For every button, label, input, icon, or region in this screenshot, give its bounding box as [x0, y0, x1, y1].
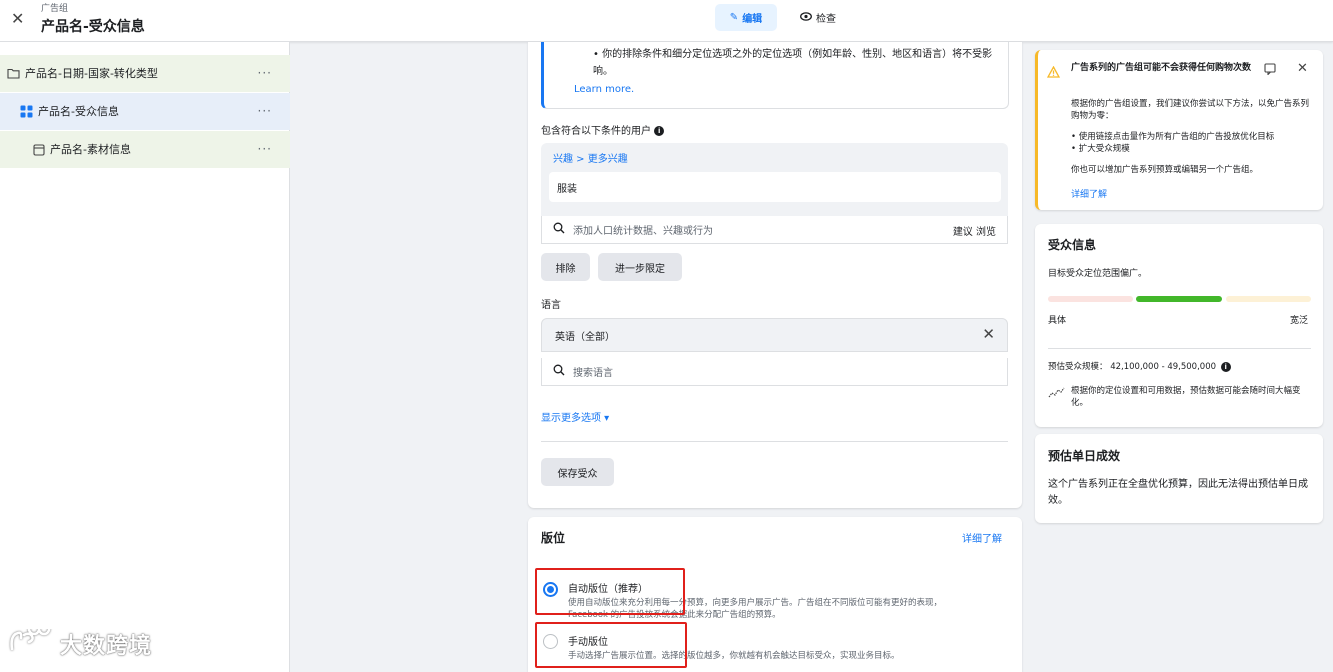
placement-title: 版位	[541, 531, 566, 545]
meter-broad-active	[1136, 296, 1222, 302]
warning-bullet-1-text: 使用链接点击量作为所有广告组的广告投放优化目标	[1078, 132, 1275, 142]
folder-icon	[7, 68, 20, 79]
watermark-logo-icon	[8, 622, 54, 659]
language-search-input[interactable]: 搜索语言	[541, 358, 1008, 386]
audience-note: 根据你的定位设置和可用数据，预估数据可能会随时间大幅变化。	[1071, 386, 1301, 408]
warning-bullet-1: • 使用链接点击量作为所有广告组的广告投放优化目标	[1071, 132, 1275, 142]
estimate-text: 这个广告系列正在全盘优化预算，因此无法得出预估单日成效。	[1048, 479, 1308, 506]
audience-estimate-text: 预估受众规模： 42,100,000 - 49,500,000	[1048, 362, 1217, 372]
info-bullet: • 你的排除条件和细分定位选项之外的定位选项（例如年龄、性别、地区和语言）将不受…	[593, 49, 993, 77]
show-more-options-link[interactable]: 显示更多选项 ▾	[541, 409, 609, 424]
more-options-icon[interactable]: ···	[258, 66, 272, 80]
learn-more-link[interactable]: Learn more.	[574, 84, 634, 95]
search-placeholder: 添加人口统计数据、兴趣或行为	[573, 226, 713, 237]
eye-icon	[800, 11, 812, 24]
placement-learn-more-link[interactable]: 详细了解	[962, 530, 1002, 545]
interest-item[interactable]: 服装	[549, 172, 1001, 202]
info-icon[interactable]: i	[654, 126, 665, 136]
include-label-text: 包含符合以下条件的用户	[541, 126, 651, 137]
highlight-box	[535, 622, 687, 668]
warning-card	[1035, 50, 1323, 210]
tree-item-label: 产品名-日期-国家-转化类型	[25, 67, 158, 80]
audience-title: 受众信息	[1048, 238, 1097, 252]
warning-bullet-2-text: 扩大受众规模	[1078, 144, 1130, 154]
meter-right-label: 宽泛	[1290, 316, 1309, 326]
tree-item-adset[interactable]: 产品名-受众信息 ···	[0, 93, 290, 130]
tree-item-campaign[interactable]: 产品名-日期-国家-转化类型 ···	[0, 55, 290, 92]
language-search-placeholder: 搜索语言	[573, 368, 613, 379]
warning-bullet-2: • 扩大受众规模	[1071, 144, 1130, 154]
audience-estimate: 预估受众规模： 42,100,000 - 49,500,000 i	[1048, 360, 1231, 372]
review-mode-button[interactable]: 检查	[788, 4, 848, 31]
edit-mode-button[interactable]: ✎ 编辑	[715, 4, 777, 31]
edit-mode-label: 编辑	[742, 14, 763, 25]
save-audience-button[interactable]: 保存受众	[541, 458, 614, 486]
breadcrumb: 广告组	[41, 4, 69, 14]
trend-icon	[1048, 387, 1065, 401]
include-label: 包含符合以下条件的用户 i	[541, 122, 665, 137]
divider	[541, 441, 1008, 442]
grid-icon	[20, 105, 33, 118]
language-selected[interactable]: 英语（全部） ✕	[541, 318, 1008, 352]
ad-icon	[33, 143, 45, 156]
close-icon[interactable]: ✕	[1297, 61, 1308, 76]
warning-title: 广告系列的广告组可能不会获得任何购物次数	[1071, 63, 1252, 73]
estimate-title: 预估单日成效	[1048, 449, 1121, 463]
info-icon[interactable]: i	[1220, 362, 1231, 372]
more-options-icon[interactable]: ···	[258, 104, 272, 118]
top-bar: ✕ 广告组 产品名-受众信息 ✎ 编辑 检查	[0, 0, 1333, 42]
language-label: 语言	[541, 300, 561, 311]
tree-item-label: 产品名-受众信息	[38, 105, 119, 118]
audience-subtitle: 目标受众定位范围偏广。	[1048, 269, 1148, 279]
more-options-icon[interactable]: ···	[258, 142, 272, 156]
meter-too-broad	[1226, 296, 1311, 302]
meter-specific	[1048, 296, 1133, 302]
meter-left-label: 具体	[1048, 316, 1067, 326]
browse-link[interactable]: 浏览	[976, 227, 996, 238]
interest-search-input[interactable]: 添加人口统计数据、兴趣或行为 建议 浏览	[541, 216, 1008, 244]
pencil-icon: ✎	[729, 12, 739, 23]
page-title: 产品名-受众信息	[41, 19, 145, 35]
feedback-icon[interactable]	[1264, 63, 1276, 78]
narrow-button[interactable]: 进一步限定	[598, 253, 682, 281]
warning-text: 根据你的广告组设置，我们建议你尝试以下方法，以免广告系列购物为零：	[1071, 99, 1310, 121]
divider	[1048, 348, 1311, 349]
tree-item-label: 产品名-素材信息	[50, 143, 131, 156]
tree-item-ad[interactable]: 产品名-素材信息 ···	[0, 131, 290, 168]
search-links: 建议 浏览	[953, 223, 996, 238]
interest-path[interactable]: 兴趣 > 更多兴趣	[553, 150, 628, 165]
highlight-box	[535, 568, 685, 615]
review-mode-label: 检查	[816, 14, 836, 25]
watermark: 大数跨境	[8, 622, 153, 660]
campaign-tree: 产品名-日期-国家-转化类型 ··· 产品名-受众信息 ··· 产品名-素材信息…	[0, 42, 290, 672]
search-icon	[553, 364, 565, 379]
close-icon[interactable]: ✕	[11, 9, 24, 28]
exclude-button[interactable]: 排除	[541, 253, 590, 281]
warning-text-2: 你也可以增加广告系列预算或编辑另一个广告组。	[1071, 165, 1259, 175]
suggest-link[interactable]: 建议	[953, 227, 973, 238]
warning-learn-more-link[interactable]: 详细了解	[1071, 187, 1107, 200]
search-icon	[553, 222, 565, 237]
info-bullet-text: 你的排除条件和细分定位选项之外的定位选项（例如年龄、性别、地区和语言）将不受影响…	[593, 49, 993, 77]
warning-icon	[1046, 65, 1061, 81]
close-icon[interactable]: ✕	[982, 325, 995, 343]
language-selected-label: 英语（全部）	[555, 331, 615, 343]
watermark-text: 大数跨境	[60, 634, 153, 659]
interest-item-label: 服装	[557, 183, 577, 195]
